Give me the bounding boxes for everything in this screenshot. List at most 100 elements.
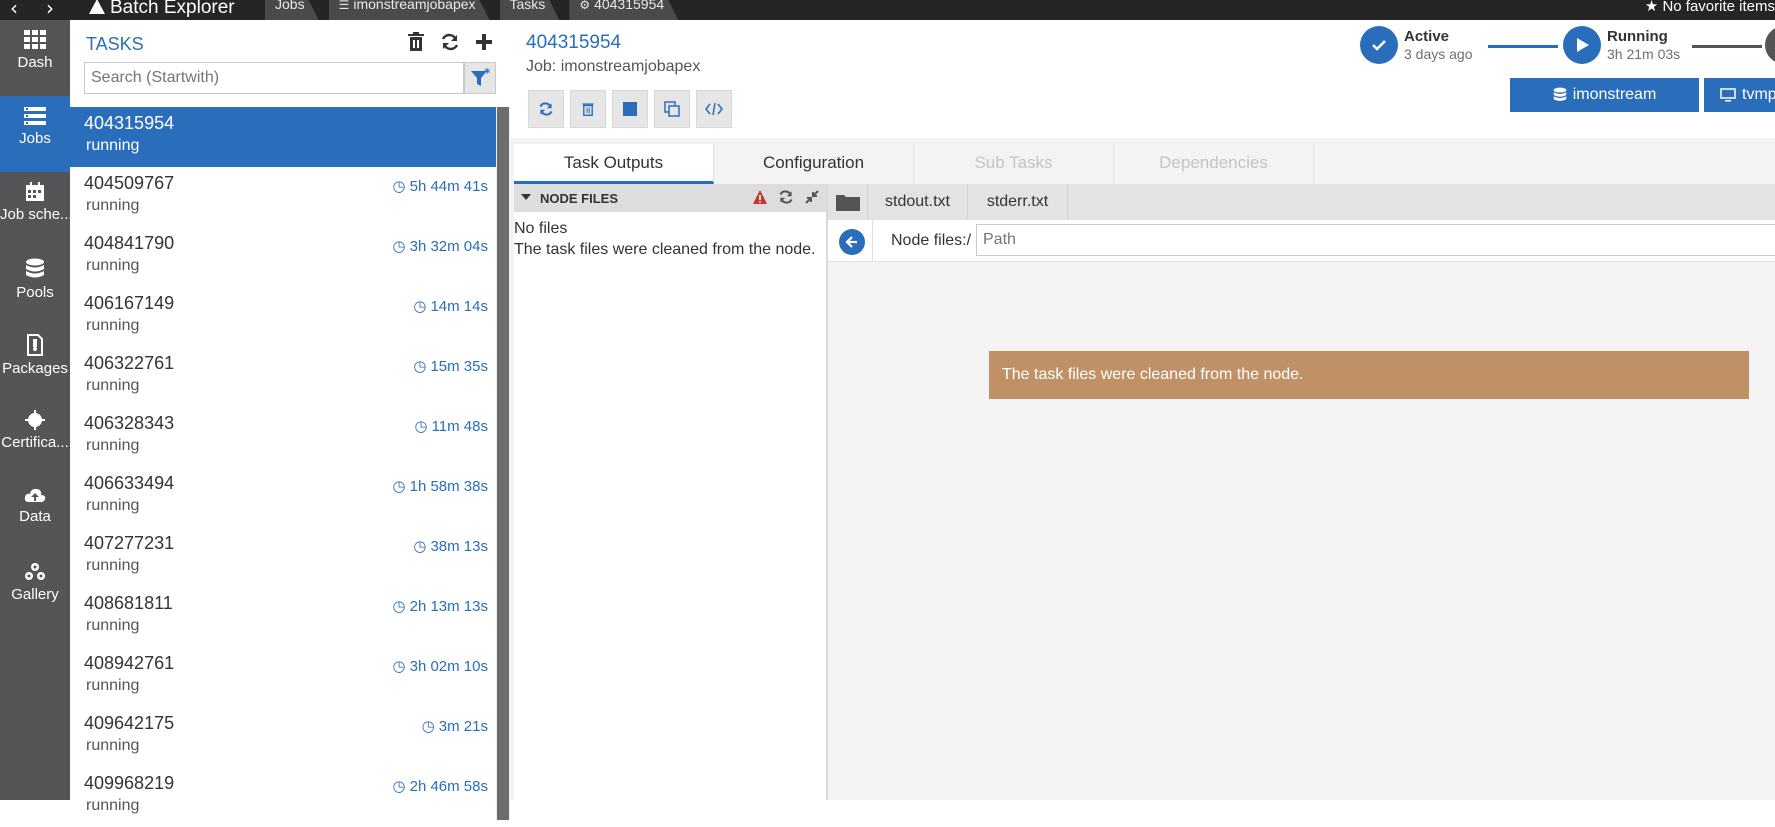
forward-arrow-icon[interactable]: › xyxy=(46,0,54,20)
nav-item-pools[interactable]: Pools xyxy=(0,248,70,324)
delete-icon[interactable] xyxy=(406,32,426,52)
task-runtime: ◷ 38m 13s xyxy=(413,537,488,556)
breadcrumb-tasks[interactable]: Tasks xyxy=(500,0,560,20)
task-id: 408942761 xyxy=(84,653,175,673)
task-runtime-value: 11m 48s xyxy=(431,417,488,435)
monitor-icon xyxy=(1720,88,1736,102)
breadcrumb-label: imonstreamjobapex xyxy=(353,0,476,12)
refresh-icon[interactable] xyxy=(778,189,794,205)
back-arrow-icon[interactable]: ‹ xyxy=(10,0,18,20)
refresh-icon[interactable] xyxy=(440,32,460,52)
task-list-title: TASKS xyxy=(86,34,144,54)
gallery-icon xyxy=(25,563,45,580)
clone-button[interactable] xyxy=(654,90,690,128)
add-icon[interactable] xyxy=(474,32,494,52)
back-button[interactable] xyxy=(839,229,865,255)
advanced-filter-button[interactable]: * xyxy=(464,62,496,94)
task-id: 404315954 xyxy=(84,113,175,133)
jobs-icon xyxy=(24,107,46,125)
state-time: 3 days ago xyxy=(1404,46,1473,62)
task-toolbar xyxy=(528,90,732,128)
clock-icon: ◷ xyxy=(392,478,406,495)
breadcrumb-task[interactable]: ⚙ 404315954 xyxy=(569,0,678,20)
task-row[interactable]: 409642175 running ◷ 3m 21s xyxy=(70,707,496,767)
nav-item-job-schedules[interactable]: Job sche... xyxy=(0,172,70,248)
app-title: Batch Explorer xyxy=(110,0,235,18)
task-runtime: ◷ 3h 32m 04s xyxy=(393,237,488,256)
tab-dependencies[interactable]: Dependencies xyxy=(1114,144,1314,184)
task-row[interactable]: 406322761 running ◷ 15m 35s xyxy=(70,347,496,407)
node-link-button[interactable]: tvmp xyxy=(1704,78,1775,112)
breadcrumb-label: 404315954 xyxy=(594,0,665,12)
task-runtime-value: 2h 13m 13s xyxy=(409,597,488,615)
task-id: 408681811 xyxy=(84,593,173,613)
task-state: running xyxy=(86,197,140,214)
task-search-input[interactable] xyxy=(84,62,464,94)
task-id: 404841790 xyxy=(84,233,175,253)
files-cleaned-banner: The task files were cleaned from the nod… xyxy=(989,351,1749,399)
delete-button[interactable] xyxy=(570,90,606,128)
state-label: Active xyxy=(1404,28,1450,45)
task-id: 406167149 xyxy=(84,293,175,313)
separator xyxy=(872,220,873,262)
task-row[interactable]: 406328343 running ◷ 11m 48s xyxy=(70,407,496,467)
cloud-upload-icon xyxy=(24,488,46,502)
terminate-button[interactable] xyxy=(612,90,648,128)
state-time: 3h 21m 03s xyxy=(1607,46,1681,62)
task-row[interactable]: 409968219 running ◷ 2h 46m 58s xyxy=(70,767,496,827)
clock-icon: ◷ xyxy=(392,658,406,675)
file-tab-stdout[interactable]: stdout.txt xyxy=(868,184,968,220)
task-row[interactable]: 406167149 running ◷ 14m 14s xyxy=(70,287,496,347)
database-icon xyxy=(26,258,44,278)
folder-button[interactable] xyxy=(828,184,868,220)
clock-icon: ◷ xyxy=(413,358,427,375)
task-id: 404509767 xyxy=(84,173,175,193)
tab-configuration[interactable]: Configuration xyxy=(714,144,914,184)
nav-item-data[interactable]: Data xyxy=(0,476,70,552)
star-icon: ★ xyxy=(1644,0,1659,15)
task-row[interactable]: 404841790 running ◷ 3h 32m 04s xyxy=(70,227,496,287)
package-icon xyxy=(27,334,43,356)
task-row[interactable]: 408942761 running ◷ 3h 02m 10s xyxy=(70,647,496,707)
timeline-connector xyxy=(1488,45,1558,48)
task-runtime: ◷ 1h 58m 38s xyxy=(392,477,488,496)
state-label: Running xyxy=(1607,28,1668,45)
nav-label: Dash xyxy=(17,54,53,71)
clock-icon: ◷ xyxy=(392,778,406,795)
task-row[interactable]: 407277231 running ◷ 38m 13s xyxy=(70,527,496,587)
breadcrumb-label: Tasks xyxy=(509,0,546,12)
nav-item-packages[interactable]: Packages xyxy=(0,324,70,400)
view-json-button[interactable] xyxy=(696,90,732,128)
task-state: running xyxy=(86,617,140,634)
database-icon xyxy=(1553,87,1567,101)
pool-link-button[interactable]: imonstream xyxy=(1510,78,1699,112)
task-row[interactable]: 406633494 running ◷ 1h 58m 38s xyxy=(70,467,496,527)
breadcrumb-jobs[interactable]: Jobs xyxy=(265,0,319,20)
scrollbar-thumb[interactable] xyxy=(497,107,509,820)
file-viewer: stdout.txt stderr.txt Node files:/ The t… xyxy=(828,184,1775,800)
breadcrumb-job[interactable]: ☰ imonstreamjobapex xyxy=(329,0,490,20)
caret-down-icon[interactable] xyxy=(520,192,532,202)
task-state: running xyxy=(86,497,140,514)
task-tabs: Task Outputs Configuration Sub Tasks Dep… xyxy=(514,144,1775,184)
tab-sub-tasks[interactable]: Sub Tasks xyxy=(914,144,1114,184)
task-title: 404315954 xyxy=(526,32,622,53)
node-files-header[interactable]: NODE FILES xyxy=(514,184,826,212)
nav-item-gallery[interactable]: Gallery xyxy=(0,552,70,628)
stop-icon xyxy=(623,102,637,116)
task-row[interactable]: 404509767 running ◷ 5h 44m 41s xyxy=(70,167,496,227)
nav-item-dash[interactable]: Dash xyxy=(0,20,70,96)
tab-task-outputs[interactable]: Task Outputs xyxy=(514,144,714,184)
refresh-button[interactable] xyxy=(528,90,564,128)
file-tab-stderr[interactable]: stderr.txt xyxy=(968,184,1068,220)
nav-item-certificates[interactable]: Certifica... xyxy=(0,400,70,476)
collapse-icon[interactable] xyxy=(804,189,820,205)
task-row[interactable]: 404315954 running xyxy=(70,107,496,167)
favorites-menu[interactable]: ★ No favorite items xyxy=(1645,0,1775,15)
path-input[interactable] xyxy=(976,224,1775,256)
calendar-icon xyxy=(26,182,44,201)
task-row[interactable]: 408681811 running ◷ 2h 13m 13s xyxy=(70,587,496,647)
pending-state-icon xyxy=(1765,26,1775,64)
warning-icon[interactable] xyxy=(752,189,768,205)
nav-item-jobs[interactable]: Jobs xyxy=(0,96,70,172)
